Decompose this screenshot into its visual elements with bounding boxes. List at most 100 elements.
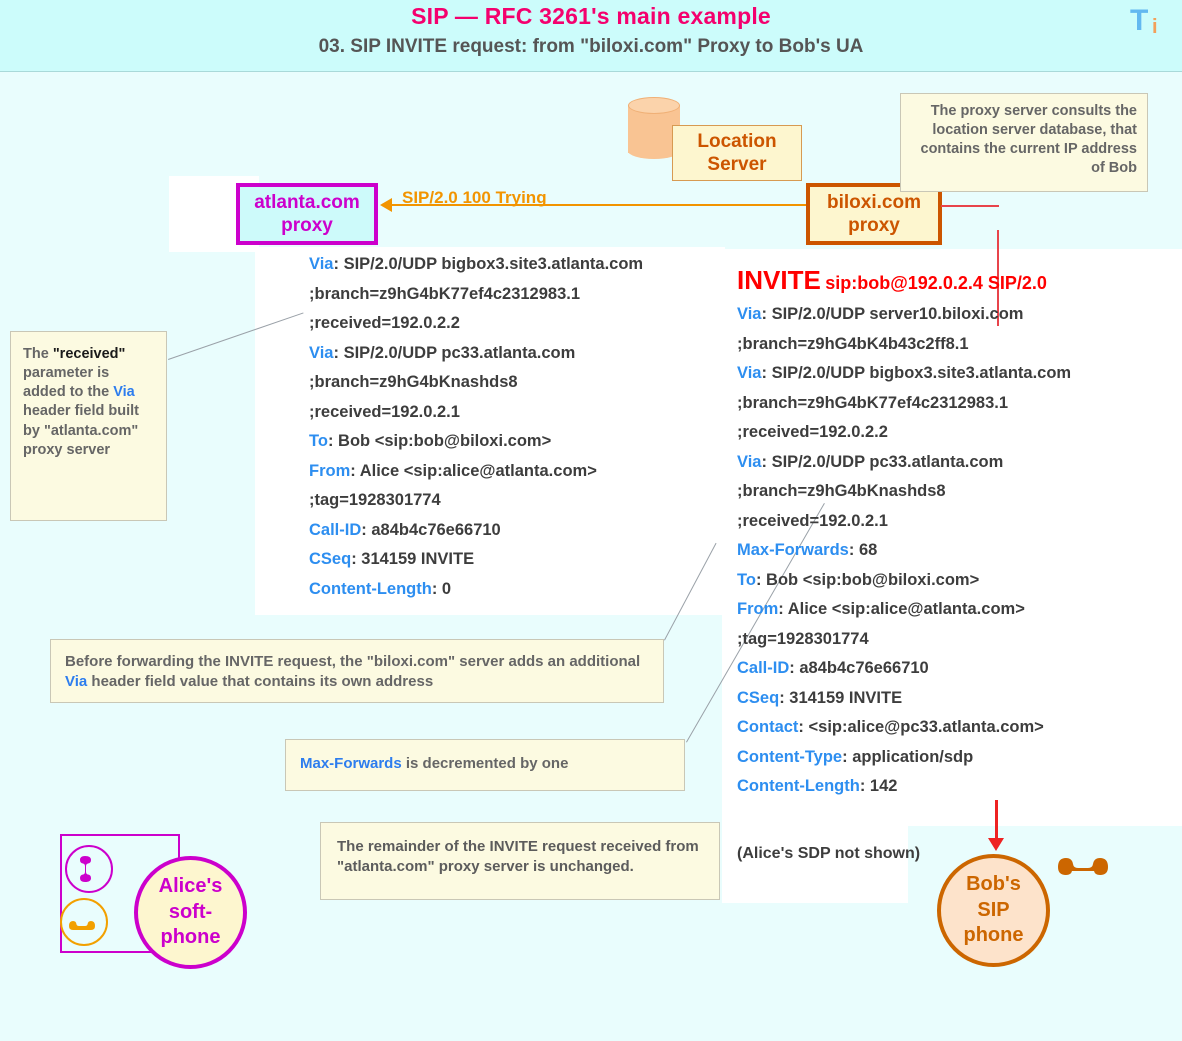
right-sip-line: Via: SIP/2.0/UDP bigbox3.site3.atlanta.c…: [737, 359, 1071, 389]
right-sip-header-value: ;received=192.0.2.1: [737, 511, 888, 530]
right-sip-header-value: Alice <sip:alice@atlanta.com>: [787, 600, 1025, 618]
alice-label-line1: Alice's: [158, 875, 223, 898]
left-sip-header-name: Via: [309, 343, 334, 362]
right-sip-separator: :: [761, 452, 772, 471]
bob-sipphone-label[interactable]: Bob's SIP phone: [937, 854, 1050, 967]
left-sip-line: CSeq: 314159 INVITE: [309, 545, 643, 575]
left-sip-line: Content-Length: 0: [309, 575, 643, 605]
callout-received-p5: header field built by "atlanta.com" prox…: [23, 403, 140, 458]
left-sip-line: ;branch=z9hG4bK77ef4c2312983.1: [309, 280, 643, 310]
left-sip-line: From: Alice <sip:alice@atlanta.com>: [309, 457, 643, 487]
left-sip-header-value: ;received=192.0.2.1: [309, 402, 460, 421]
right-sip-line: ;branch=z9hG4bK4b43c2ff8.1: [737, 330, 1071, 360]
left-sip-separator: :: [327, 432, 339, 450]
invite-request-uri: sip:bob@192.0.2.4 SIP/2.0: [825, 273, 1047, 293]
page-title: SIP — RFC 3261's main example: [411, 3, 771, 29]
callout-received-p2: "received": [52, 346, 126, 362]
right-sip-header-name: Contact: [737, 718, 799, 736]
right-sip-header-value: 314159 INVITE: [789, 688, 903, 707]
right-sip-line: From: Alice <sip:alice@atlanta.com>: [737, 595, 1071, 625]
right-sip-header-value: Bob <sip:bob@biloxi.com>: [766, 570, 980, 589]
alice-label-line2: soft-: [168, 900, 213, 923]
callout-received-parameter: The "received" parameter is added to the…: [10, 331, 167, 521]
left-sip-header-name: From: [309, 461, 351, 480]
right-sip-line: ;received=192.0.2.2: [737, 418, 1071, 448]
callout-max-forwards-text: is decremented by one: [401, 755, 569, 772]
left-sip-header-value: 0: [441, 579, 452, 598]
left-sip-line: Via: SIP/2.0/UDP pc33.atlanta.com: [309, 339, 643, 369]
bob-label-line1: Bob's: [966, 873, 1021, 896]
location-server-label-line1: Location: [697, 130, 777, 152]
left-sip-separator: :: [333, 255, 344, 273]
location-server-node[interactable]: Location Server: [672, 125, 802, 181]
left-sip-line: ;received=192.0.2.1: [309, 398, 643, 428]
left-sip-separator: :: [361, 520, 372, 539]
callout-before-p3: header field value that contains its own…: [87, 672, 434, 690]
right-sip-line: Via: SIP/2.0/UDP pc33.atlanta.com: [737, 448, 1071, 478]
callout-received-p1: The: [23, 346, 53, 362]
invite-request-line: INVITE sip:bob@192.0.2.4 SIP/2.0: [737, 265, 1047, 296]
left-sip-header-value: Alice <sip:alice@atlanta.com>: [359, 461, 597, 480]
location-server-label-line2: Server: [707, 154, 767, 175]
right-sip-header-name: Via: [737, 305, 762, 323]
right-sip-header-name: Max-Forwards: [737, 541, 849, 559]
left-sip-line: Via: SIP/2.0/UDP bigbox3.site3.atlanta.c…: [309, 250, 643, 280]
callout-received-via-keyword: Via: [113, 384, 135, 401]
logo-letter-t: T: [1130, 4, 1149, 37]
right-sip-header-value: SIP/2.0/UDP bigbox3.site3.atlanta.com: [771, 364, 1072, 382]
right-sip-header-value: ;tag=1928301774: [737, 629, 869, 648]
alice-softphone-label[interactable]: Alice's soft- phone: [134, 856, 247, 969]
left-sip-separator: :: [351, 550, 362, 568]
left-sip-line: To: Bob <sip:bob@biloxi.com>: [309, 427, 643, 457]
bob-label-line2: SIP: [977, 898, 1010, 921]
biloxi-proxy-label-line1: biloxi.com: [827, 191, 921, 213]
right-sip-separator: :: [761, 364, 772, 382]
left-sip-header-name: To: [309, 432, 328, 450]
sdp-not-shown-note: (Alice's SDP not shown): [737, 845, 921, 862]
logo-letter-i: i: [1152, 16, 1158, 38]
left-sip-separator: :: [333, 343, 344, 362]
page-subtitle: 03. SIP INVITE request: from "biloxi.com…: [318, 36, 864, 57]
left-sip-line: ;tag=1928301774: [309, 486, 643, 516]
bob-handset-icon: [1055, 855, 1113, 889]
right-sip-separator: :: [859, 777, 870, 795]
right-sip-header-value: ;branch=z9hG4bK77ef4c2312983.1: [737, 393, 1009, 412]
left-sip-header-value: ;tag=1928301774: [309, 491, 441, 509]
biloxi-proxy-label-line2: proxy: [848, 215, 900, 236]
callout-remainder-text: The remainder of the INVITE request rece…: [337, 838, 699, 875]
right-sip-header-name: To: [737, 570, 756, 589]
right-sip-separator: :: [798, 718, 809, 736]
left-sip-header-value: SIP/2.0/UDP pc33.atlanta.com: [343, 343, 576, 362]
left-sip-header-value: ;branch=z9hG4bK77ef4c2312983.1: [309, 284, 581, 303]
callout-before-forwarding: Before forwarding the INVITE request, th…: [50, 639, 664, 703]
left-sip-header-value: 314159 INVITE: [361, 550, 475, 568]
trying-arrow-label: SIP/2.0 100 Trying: [402, 188, 547, 207]
right-sip-separator: :: [789, 659, 800, 677]
alice-label-line3: phone: [160, 926, 221, 949]
right-sip-header-value: a84b4c76e66710: [799, 659, 929, 677]
right-sip-header-name: Via: [737, 452, 762, 471]
right-sip-line: Content-Type: application/sdp: [737, 743, 1071, 773]
callout-proxy-consults-text: The proxy server consults the location s…: [920, 103, 1138, 177]
right-sip-separator: :: [761, 305, 772, 323]
right-sip-header-name: Via: [737, 364, 762, 382]
right-sip-separator: :: [779, 688, 790, 707]
left-sip-header-name: CSeq: [309, 550, 352, 568]
right-sip-header-value: 142: [869, 777, 898, 795]
right-sip-line: Contact: <sip:alice@pc33.atlanta.com>: [737, 713, 1071, 743]
right-sip-header-name: CSeq: [737, 688, 780, 707]
right-sip-line: Call-ID: a84b4c76e66710: [737, 654, 1071, 684]
right-sip-line: Content-Length: 142: [737, 772, 1071, 802]
left-sip-separator: :: [431, 579, 442, 598]
right-sip-line: ;received=192.0.2.1: [737, 507, 1071, 537]
callout-max-forwards: Max-Forwards is decremented by one: [285, 739, 685, 791]
callout-received-p3: parameter is added to the: [23, 365, 114, 401]
atlanta-proxy-node[interactable]: atlanta.com proxy: [236, 183, 378, 245]
right-sip-header-value: ;branch=z9hG4bKnashds8: [737, 482, 946, 500]
left-sip-header-name: Content-Length: [309, 579, 432, 598]
right-sip-line: To: Bob <sip:bob@biloxi.com>: [737, 566, 1071, 596]
callout-remainder-unchanged: The remainder of the INVITE request rece…: [320, 822, 720, 900]
biloxi-proxy-node[interactable]: biloxi.com proxy: [806, 183, 942, 245]
right-sip-message: Via: SIP/2.0/UDP server10.biloxi.com ;br…: [737, 300, 1071, 802]
left-sip-line: ;branch=z9hG4bKnashds8: [309, 368, 643, 398]
